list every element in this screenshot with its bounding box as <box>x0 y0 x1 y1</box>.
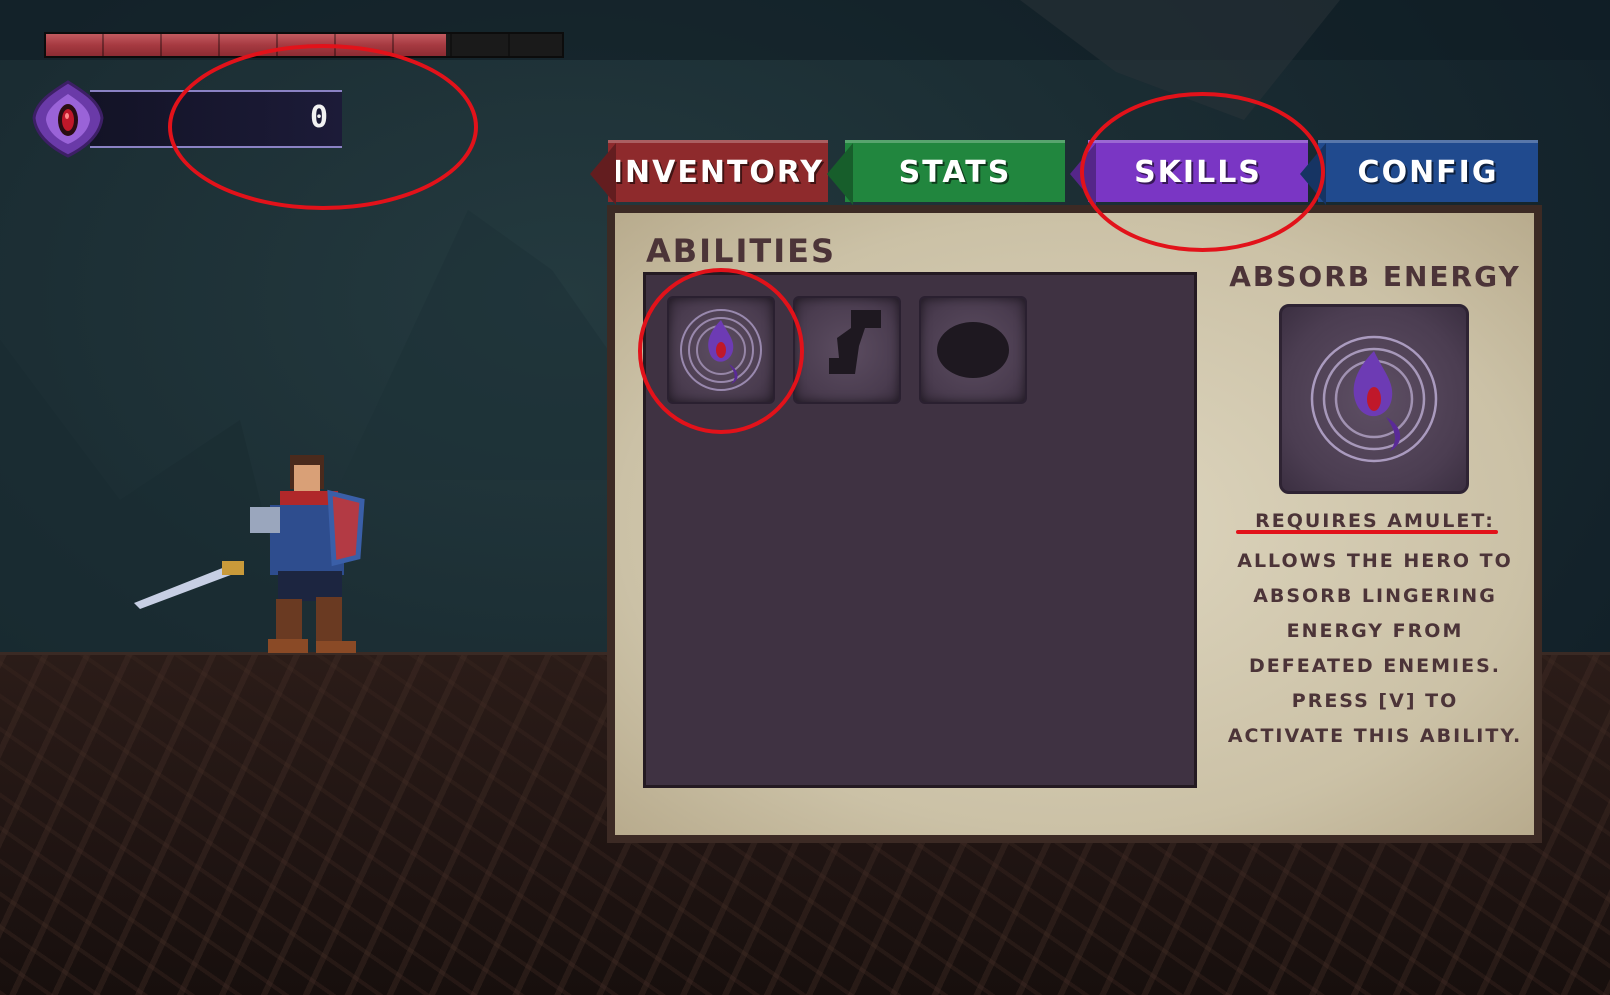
tab-inventory[interactable]: INVENTORY <box>608 140 828 202</box>
ability-detail-icon-frame <box>1279 304 1469 494</box>
tab-skills[interactable]: SKILLS <box>1088 140 1308 202</box>
ability-slot-absorb-energy[interactable] <box>667 296 775 404</box>
ability-requirement: REQUIRES AMULET: <box>1255 510 1495 532</box>
energy-count: 0 <box>309 100 328 135</box>
ability-description: ALLOWS THE HERO TO ABSORB LINGERING ENER… <box>1227 550 1523 747</box>
ability-slot-locked-dash[interactable] <box>793 296 901 404</box>
orb-silhouette-icon <box>937 322 1009 378</box>
ability-detail-title: ABSORB ENERGY <box>1229 260 1521 293</box>
absorb-energy-icon <box>680 309 762 391</box>
health-bar <box>44 32 564 58</box>
cave-rock <box>1020 0 1340 120</box>
eye-amulet-icon <box>32 80 104 158</box>
tab-stats[interactable]: STATS <box>845 140 1065 202</box>
dash-silhouette-icon <box>829 310 881 374</box>
absorb-energy-icon <box>1310 335 1438 463</box>
game-scene: 0 INVENTORY STATS SKILLS CONFIG ABILITIE… <box>0 0 1610 995</box>
tab-config[interactable]: CONFIG <box>1318 140 1538 202</box>
abilities-heading: ABILITIES <box>646 232 836 270</box>
annotation-underline-requirement <box>1236 530 1498 534</box>
hero-character <box>134 455 365 653</box>
energy-counter-panel: 0 <box>90 90 342 148</box>
ability-slot-locked-orb[interactable] <box>919 296 1027 404</box>
health-bar-segments <box>46 34 562 56</box>
